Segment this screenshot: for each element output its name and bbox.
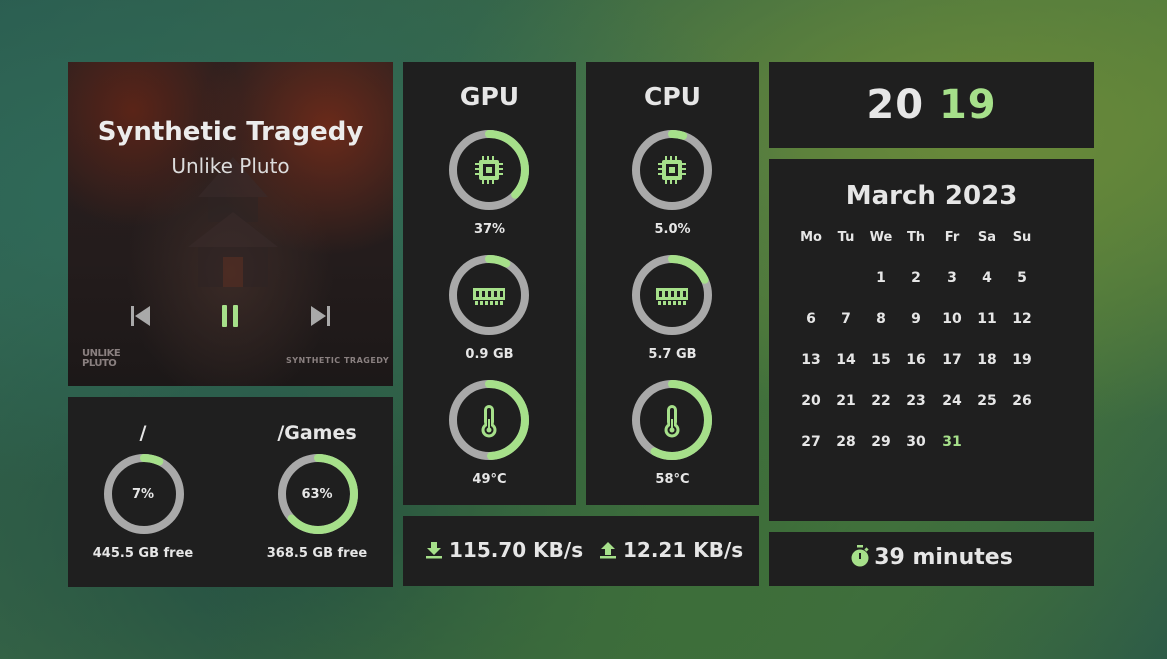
weekday-header: Th	[906, 230, 926, 245]
cpu-usage-value: 5.0%	[654, 222, 691, 237]
upload-value: 12.21 KB/s	[623, 538, 744, 562]
calendar-day[interactable]: 27	[793, 434, 829, 450]
calendar-day[interactable]: 9	[898, 311, 934, 327]
upload-speed: 12.21 KB/s	[599, 538, 743, 562]
thermometer-icon	[664, 405, 680, 438]
calendar-day[interactable]: 2	[898, 270, 934, 286]
gpu-memory-gauge	[449, 255, 529, 335]
year-panel: 20 19	[769, 62, 1094, 148]
gpu-usage-gauge	[449, 130, 529, 210]
calendar-day[interactable]: 18	[969, 352, 1005, 368]
uptime-display: 39 minutes	[769, 545, 1094, 570]
disk-usage-panel: / 7% 445.5 GB free /Games 63% 368.5 GB f…	[68, 397, 393, 587]
gpu-title: GPU	[459, 82, 520, 111]
upload-icon	[600, 542, 616, 559]
calendar-day[interactable]: 23	[898, 393, 934, 409]
network-panel: 115.70 KB/s 12.21 KB/s	[403, 516, 759, 586]
gpu-memory-value: 0.9 GB	[465, 347, 514, 362]
ram-icon	[473, 288, 505, 305]
weekday-header: We	[869, 230, 893, 245]
calendar-day[interactable]: 8	[863, 311, 899, 327]
disk-free: 368.5 GB free	[266, 546, 368, 561]
weekday-header: Tu	[837, 230, 855, 245]
calendar-day[interactable]: 5	[1004, 270, 1040, 286]
calendar-day[interactable]: 21	[828, 393, 864, 409]
disk-name: /	[139, 422, 147, 444]
download-speed: 115.70 KB/s	[425, 538, 583, 562]
calendar-day[interactable]: 28	[828, 434, 864, 450]
skip-next-icon[interactable]	[307, 302, 335, 330]
calendar-day[interactable]: 20	[793, 393, 829, 409]
cpu-title: CPU	[644, 82, 701, 111]
pause-icon[interactable]	[216, 302, 244, 330]
chip-icon	[658, 156, 686, 184]
weekday-header: Sa	[977, 230, 997, 245]
cpu-memory-gauge	[632, 255, 712, 335]
calendar-day[interactable]: 29	[863, 434, 899, 450]
stopwatch-icon	[851, 545, 869, 567]
disk-percent: 63%	[301, 487, 333, 502]
cpu-temp-gauge	[632, 380, 712, 460]
year-second-half: 19	[938, 82, 997, 128]
calendar-panel: March 2023 Mo Tu We Th Fr Sa Su 1 2 3 4 5 6 7 8 9 10 11 12…	[769, 159, 1094, 521]
calendar-day[interactable]: 30	[898, 434, 934, 450]
calendar-day[interactable]: 1	[863, 270, 899, 286]
cpu-panel: CPU 5.0% 5.7 GB 58°C	[586, 62, 759, 505]
calendar-day[interactable]: 12	[1004, 311, 1040, 327]
calendar-day[interactable]: 22	[863, 393, 899, 409]
calendar-day[interactable]: 19	[1004, 352, 1040, 368]
calendar-day[interactable]: 4	[969, 270, 1005, 286]
calendar-day[interactable]: 15	[863, 352, 899, 368]
gpu-panel: GPU 37% 0.9 GB 49°C	[403, 62, 576, 505]
skip-previous-icon[interactable]	[126, 302, 154, 330]
calendar-day[interactable]: 3	[934, 270, 970, 286]
music-player: Synthetic Tragedy Unlike Pluto UNLIKE PL…	[68, 62, 393, 386]
disk-free: 445.5 GB free	[92, 546, 194, 561]
track-artist: Unlike Pluto	[171, 154, 290, 178]
gpu-temp-gauge	[449, 380, 529, 460]
calendar-day[interactable]: 25	[969, 393, 1005, 409]
ram-icon	[656, 288, 688, 305]
cover-album-text: SYNTHETIC TRAGEDY	[286, 356, 390, 365]
cpu-temp-value: 58°C	[655, 472, 690, 487]
track-title: Synthetic Tragedy	[97, 117, 364, 147]
uptime-panel: 39 minutes	[769, 532, 1094, 586]
calendar-day[interactable]: 10	[934, 311, 970, 327]
disk-percent: 7%	[131, 487, 155, 502]
year-first-half: 20	[866, 82, 925, 128]
calendar-month: March 2023	[845, 181, 1018, 211]
uptime-value: 39 minutes	[874, 545, 1013, 570]
calendar-day[interactable]: 24	[934, 393, 970, 409]
calendar-day[interactable]: 11	[969, 311, 1005, 327]
cover-logo-text: UNLIKE PLUTO	[82, 348, 121, 369]
calendar-day[interactable]: 14	[828, 352, 864, 368]
year-display: 20 19	[769, 82, 1094, 128]
gpu-usage-value: 37%	[473, 222, 506, 237]
cpu-memory-value: 5.7 GB	[648, 347, 697, 362]
calendar-day[interactable]: 7	[828, 311, 864, 327]
calendar-day[interactable]: 13	[793, 352, 829, 368]
weekday-header: Fr	[944, 230, 960, 245]
download-icon	[426, 542, 442, 559]
calendar-day[interactable]: 26	[1004, 393, 1040, 409]
disk-name: /Games	[277, 422, 357, 444]
calendar-day[interactable]: 16	[898, 352, 934, 368]
thermometer-icon	[481, 405, 497, 438]
chip-icon	[475, 156, 503, 184]
calendar-day-today[interactable]: 31	[934, 434, 970, 450]
weekday-header: Su	[1012, 230, 1032, 245]
calendar-day[interactable]: 6	[793, 311, 829, 327]
download-value: 115.70 KB/s	[449, 538, 584, 562]
gpu-temp-value: 49°C	[472, 472, 507, 487]
weekday-header: Mo	[800, 230, 822, 245]
calendar-day[interactable]: 17	[934, 352, 970, 368]
cpu-usage-gauge	[632, 130, 712, 210]
